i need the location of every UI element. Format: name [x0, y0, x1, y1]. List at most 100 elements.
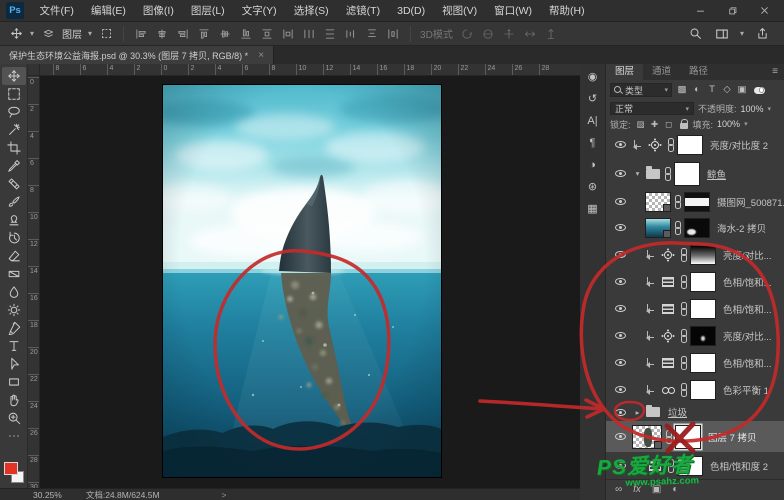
- mask-link-icon[interactable]: [680, 329, 687, 342]
- zoom-tool[interactable]: [2, 409, 26, 427]
- path-select-tool[interactable]: [2, 355, 26, 373]
- filter-adjustment-icon[interactable]: ◐: [690, 83, 704, 97]
- eraser-tool[interactable]: [2, 247, 26, 265]
- mask-link-icon[interactable]: [680, 302, 687, 315]
- align-v-centers-icon[interactable]: [217, 26, 233, 42]
- hue-saturation-adjustment-icon[interactable]: [646, 458, 664, 473]
- menu-item[interactable]: 帮助(H): [541, 0, 594, 22]
- layer-row[interactable]: 海水-2 拷贝: [606, 214, 784, 241]
- lock-transparency-icon[interactable]: ▨: [635, 119, 647, 130]
- menu-item[interactable]: 3D(D): [389, 0, 434, 22]
- layer-name[interactable]: 色相/饱和...: [723, 302, 772, 316]
- search-icon[interactable]: [688, 26, 704, 42]
- adjustments-panel-icon[interactable]: ◑: [583, 158, 603, 173]
- align-bottom-edges-icon[interactable]: [238, 26, 254, 42]
- filter-shape-icon[interactable]: ◇: [720, 83, 734, 97]
- layer-name[interactable]: 色相/饱和度 2: [710, 459, 768, 473]
- layer-name[interactable]: 摄图网_500871...: [717, 195, 784, 209]
- share-icon[interactable]: [754, 26, 770, 42]
- crop-tool[interactable]: [2, 139, 26, 157]
- mask-link-icon[interactable]: [665, 430, 672, 443]
- filter-pixel-icon[interactable]: ▩: [675, 83, 689, 97]
- mask-link-icon[interactable]: [664, 167, 671, 180]
- chevron-down-icon[interactable]: ▾: [632, 169, 643, 178]
- layer-effects-icon[interactable]: fx: [633, 481, 641, 499]
- hand-tool[interactable]: [2, 391, 26, 409]
- mask-link-icon[interactable]: [680, 383, 687, 396]
- patterns-panel-icon[interactable]: ▦: [583, 202, 603, 217]
- layer-name[interactable]: 色彩平衡 1: [723, 383, 769, 397]
- align-top-edges-icon[interactable]: [196, 26, 212, 42]
- layer-thumbnail[interactable]: [645, 218, 671, 238]
- workspace-chevron-icon[interactable]: ▾: [740, 29, 744, 38]
- photoshop-logo[interactable]: Ps: [6, 2, 24, 19]
- left-ruler[interactable]: 024681012141618202224262830: [28, 76, 40, 488]
- visibility-eye-icon[interactable]: [611, 459, 629, 473]
- layer-mask-thumbnail[interactable]: [690, 272, 716, 292]
- blur-tool[interactable]: [2, 283, 26, 301]
- auto-select-target-label[interactable]: 图层: [62, 26, 82, 41]
- brush-tool[interactable]: [2, 193, 26, 211]
- mask-link-icon[interactable]: [680, 248, 687, 261]
- menu-item[interactable]: 图层(L): [182, 0, 233, 22]
- mask-link-icon[interactable]: [680, 356, 687, 369]
- distribute-spacing-v-icon[interactable]: [364, 26, 380, 42]
- layer-row[interactable]: 亮度/对比...: [606, 322, 784, 349]
- menu-item[interactable]: 文件(F): [31, 0, 82, 22]
- styles-panel-icon[interactable]: ⊛: [583, 180, 603, 195]
- layer-mask-thumbnail[interactable]: [690, 380, 716, 400]
- layer-row[interactable]: 色相/饱和度 2: [606, 452, 784, 479]
- layer-mask-thumbnail[interactable]: [684, 192, 710, 212]
- menu-item[interactable]: 图像(I): [134, 0, 182, 22]
- top-ruler[interactable]: 86420246810121416182022242628: [40, 64, 580, 76]
- group-row[interactable]: ▸ 垃圾: [606, 403, 784, 421]
- visibility-eye-icon[interactable]: [611, 275, 629, 289]
- hue-saturation-adjustment-icon[interactable]: [659, 274, 677, 289]
- visibility-eye-icon[interactable]: [611, 248, 629, 262]
- align-right-edges-icon[interactable]: [175, 26, 191, 42]
- brightness-adjustment-icon[interactable]: [646, 137, 664, 152]
- layer-row[interactable]: 色彩平衡 1: [606, 376, 784, 403]
- hue-saturation-adjustment-icon[interactable]: [659, 355, 677, 370]
- layer-row[interactable]: 色相/饱和...: [606, 268, 784, 295]
- menu-item[interactable]: 滤镜(T): [337, 0, 388, 22]
- filter-smart-icon[interactable]: ▣: [735, 83, 749, 97]
- ruler-corner[interactable]: [28, 64, 40, 76]
- history-brush-tool[interactable]: [2, 229, 26, 247]
- properties-panel-icon[interactable]: ◉: [583, 70, 603, 85]
- group-name[interactable]: 垃圾: [668, 405, 687, 419]
- layer-mask-thumbnail[interactable]: [675, 425, 701, 449]
- layer-mask-thumbnail[interactable]: [690, 299, 716, 319]
- tab-layers[interactable]: 图层: [606, 64, 643, 80]
- tab-close-icon[interactable]: ×: [258, 50, 264, 61]
- menu-item[interactable]: 文字(Y): [233, 0, 285, 22]
- group-thumbnail[interactable]: [674, 162, 700, 186]
- layer-row[interactable]: 亮度/对比...: [606, 241, 784, 268]
- history-panel-icon[interactable]: ↺: [583, 92, 603, 107]
- eyedropper-tool[interactable]: [2, 157, 26, 175]
- lock-position-icon[interactable]: ✚: [649, 119, 661, 130]
- distribute-top-icon[interactable]: [259, 26, 275, 42]
- 3d-orbit-icon[interactable]: [459, 26, 475, 42]
- distribute-left-icon[interactable]: [280, 26, 296, 42]
- menu-item[interactable]: 选择(S): [285, 0, 337, 22]
- layer-mask-thumbnail[interactable]: [677, 135, 703, 155]
- layer-name[interactable]: 亮度/对比度 2: [710, 138, 768, 152]
- visibility-eye-icon[interactable]: [611, 195, 629, 209]
- mask-link-icon[interactable]: [674, 195, 681, 208]
- visibility-eye-icon[interactable]: [611, 356, 629, 370]
- blend-mode-select[interactable]: 正常 ▾: [610, 102, 694, 115]
- move-tool-icon[interactable]: [8, 26, 24, 42]
- group-row[interactable]: ▾ 鲸鱼: [606, 158, 784, 189]
- visibility-eye-icon[interactable]: [611, 221, 629, 235]
- 3d-scale-icon[interactable]: [543, 26, 559, 42]
- pen-tool[interactable]: [2, 319, 26, 337]
- panel-menu-icon[interactable]: ≡: [772, 64, 784, 80]
- menu-item[interactable]: 窗口(W): [486, 0, 541, 22]
- status-chevron-icon[interactable]: >: [222, 490, 227, 500]
- distribute-spacing-h-icon[interactable]: [343, 26, 359, 42]
- brightness-adjustment-icon[interactable]: [659, 247, 677, 262]
- layer-row[interactable]: 摄图网_500871...: [606, 189, 784, 214]
- menu-item[interactable]: 编辑(E): [82, 0, 134, 22]
- layer-thumbnail[interactable]: [632, 425, 662, 449]
